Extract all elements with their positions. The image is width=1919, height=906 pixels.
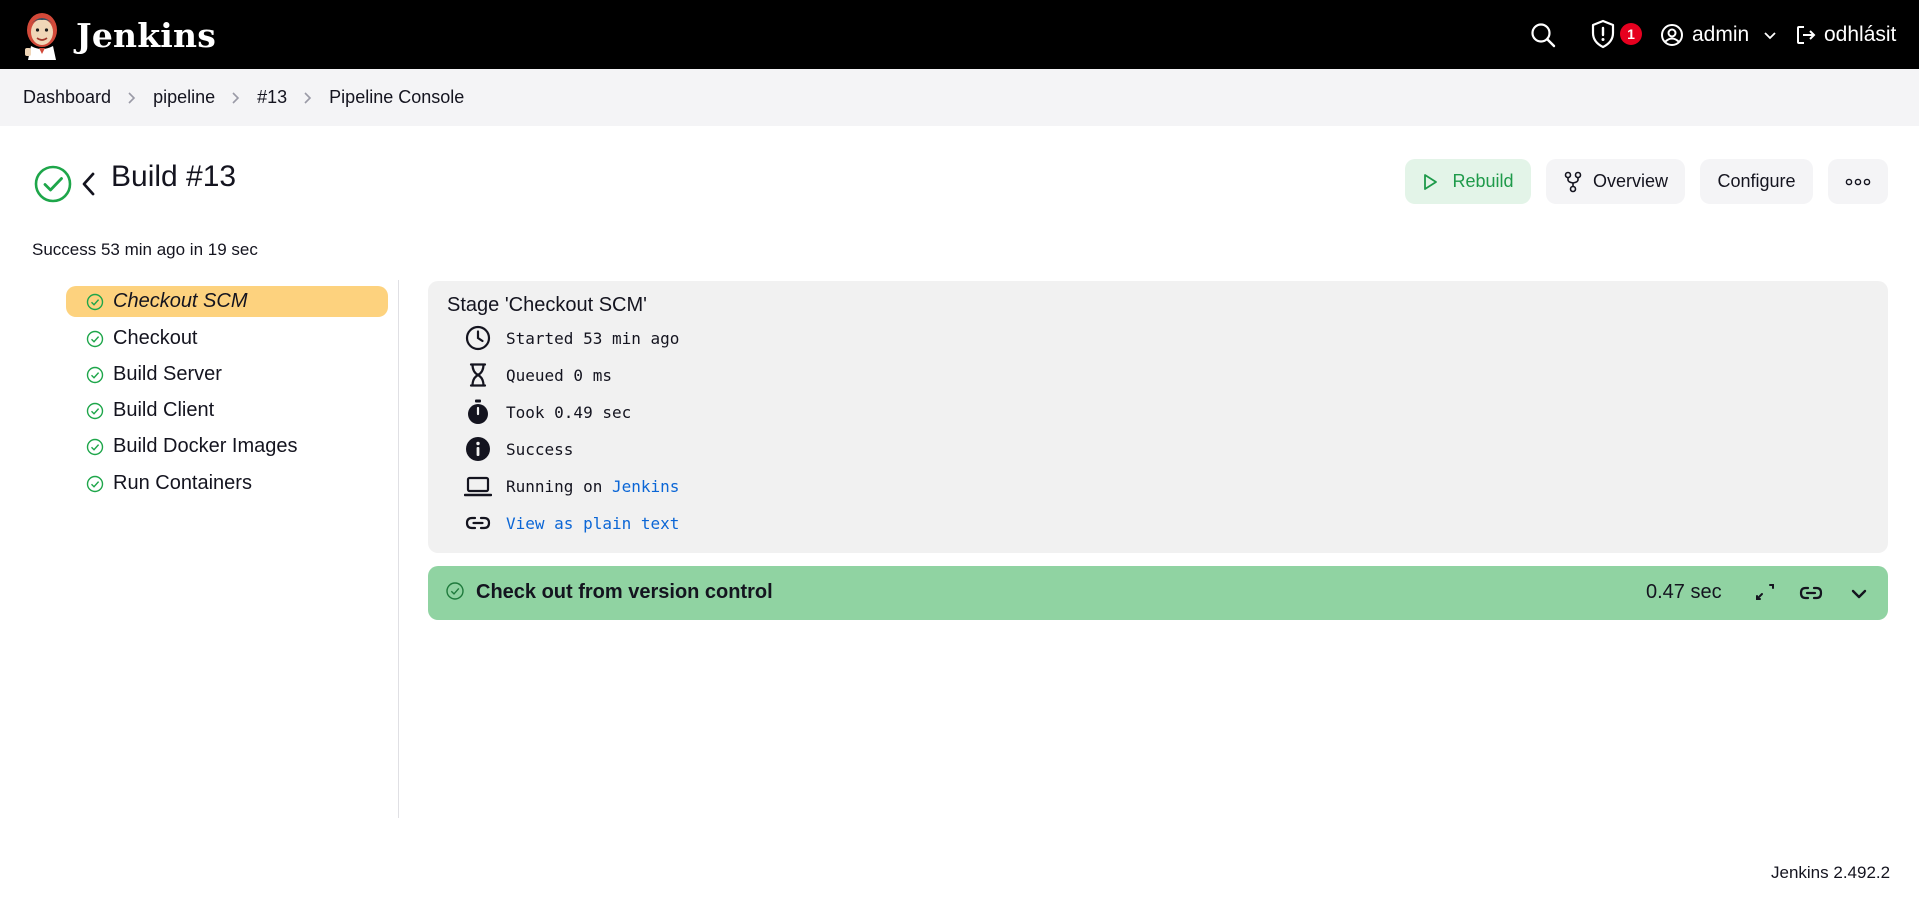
- stage-duration-row: Took 0.49 sec: [464, 397, 631, 427]
- view-plain-text-link[interactable]: View as plain text: [506, 514, 679, 533]
- stage-label: Run Containers: [113, 472, 252, 494]
- build-success-icon: [34, 165, 72, 203]
- configure-label: Configure: [1717, 171, 1796, 191]
- stage-duration-text: Took 0.49 sec: [506, 402, 632, 422]
- rebuild-label: Rebuild: [1452, 171, 1514, 191]
- link-icon[interactable]: [1798, 580, 1824, 606]
- logout-icon: [1797, 26, 1816, 44]
- stage-label: Checkout SCM: [113, 290, 248, 312]
- node-link[interactable]: Jenkins: [612, 477, 679, 496]
- step-duration: 0.47 sec: [1646, 581, 1722, 603]
- logout-label: odhlásit: [1824, 23, 1897, 46]
- stage-success-icon: [86, 475, 104, 492]
- breadcrumb-separator-icon: [215, 91, 257, 105]
- stage-item-build-client[interactable]: Build Client: [66, 395, 388, 426]
- user-menu-button[interactable]: admin: [1660, 18, 1785, 52]
- pipeline-branch-icon: [1564, 171, 1582, 192]
- security-warning-shield-icon[interactable]: [1588, 18, 1618, 50]
- stopwatch-icon: [468, 399, 488, 424]
- stage-started-text: Started 53 min ago: [506, 328, 680, 348]
- chevron-down-icon: [1764, 32, 1776, 40]
- stage-success-icon: [86, 293, 104, 310]
- breadcrumb-build[interactable]: #13: [257, 87, 287, 108]
- chevron-down-icon[interactable]: [1846, 580, 1872, 606]
- overview-label: Overview: [1592, 171, 1668, 191]
- running-on-label: Running on: [506, 476, 603, 496]
- stage-status-text: Success: [506, 439, 574, 459]
- user-avatar-icon: [1661, 24, 1683, 46]
- stage-item-build-server[interactable]: Build Server: [66, 359, 388, 390]
- stage-success-icon: [86, 402, 104, 419]
- stage-label: Checkout: [113, 327, 198, 349]
- step-row[interactable]: Check out from version control 0.47 sec: [428, 566, 1888, 620]
- expand-icon[interactable]: [1752, 580, 1778, 606]
- stage-node-row: Running on Jenkins: [464, 471, 679, 501]
- stage-label: Build Server: [113, 363, 222, 385]
- back-chevron-icon[interactable]: [78, 168, 100, 200]
- stage-item-run-containers[interactable]: Run Containers: [66, 468, 388, 499]
- step-success-icon: [446, 582, 464, 600]
- step-title: Check out from version control: [476, 581, 773, 603]
- notification-count-badge[interactable]: 1: [1620, 23, 1642, 45]
- stage-success-icon: [86, 438, 104, 455]
- breadcrumb-pipeline[interactable]: pipeline: [153, 87, 215, 108]
- stage-item-build-docker-images[interactable]: Build Docker Images: [66, 431, 388, 462]
- build-summary: Success 53 min ago in 19 sec: [32, 240, 258, 259]
- configure-button[interactable]: Configure: [1700, 159, 1813, 204]
- clock-icon: [465, 325, 491, 351]
- jenkins-home-link[interactable]: Jenkins: [22, 10, 216, 60]
- overview-button[interactable]: Overview: [1546, 159, 1685, 204]
- stage-label: Build Docker Images: [113, 435, 298, 457]
- play-icon: [1424, 173, 1438, 190]
- more-actions-button[interactable]: [1828, 159, 1888, 204]
- stage-queued-row: Queued 0 ms: [464, 360, 612, 390]
- stage-status-row: Success: [464, 434, 573, 464]
- search-icon[interactable]: [1528, 20, 1558, 50]
- page-title: Build #13: [111, 160, 237, 193]
- breadcrumb-dashboard[interactable]: Dashboard: [23, 87, 111, 108]
- stage-details-title: Stage 'Checkout SCM': [447, 294, 647, 316]
- logout-button[interactable]: odhlásit: [1794, 18, 1896, 52]
- link-icon: [465, 516, 491, 530]
- top-header: Jenkins 1 admin odhlásit: [0, 0, 1919, 69]
- jenkins-version[interactable]: Jenkins 2.492.2: [1771, 863, 1890, 883]
- stage-item-checkout-scm[interactable]: Checkout SCM: [66, 286, 388, 317]
- plain-text-row: View as plain text: [464, 508, 679, 538]
- panel-divider: [398, 280, 399, 818]
- breadcrumb-pipeline-console[interactable]: Pipeline Console: [329, 87, 464, 108]
- breadcrumb-separator-icon: [287, 91, 329, 105]
- breadcrumb-separator-icon: [111, 91, 153, 105]
- stage-item-checkout[interactable]: Checkout: [66, 323, 388, 354]
- jenkins-logo-icon: [25, 13, 57, 60]
- laptop-icon: [464, 476, 492, 497]
- stage-success-icon: [86, 366, 104, 383]
- breadcrumb: Dashboard pipeline #13 Pipeline Console: [0, 69, 1919, 126]
- stage-label: Build Client: [113, 399, 215, 421]
- stage-details-card: Stage 'Checkout SCM' Started 53 min ago …: [428, 281, 1888, 553]
- user-name: admin: [1692, 23, 1750, 46]
- stage-started-row: Started 53 min ago: [464, 323, 679, 353]
- hourglass-icon: [469, 363, 487, 387]
- rebuild-button[interactable]: Rebuild: [1405, 159, 1531, 204]
- info-icon: [466, 437, 490, 461]
- stage-queued-text: Queued 0 ms: [506, 365, 612, 385]
- app-name: Jenkins: [76, 15, 216, 55]
- more-horizontal-icon: [1845, 178, 1871, 185]
- stage-success-icon: [86, 330, 104, 347]
